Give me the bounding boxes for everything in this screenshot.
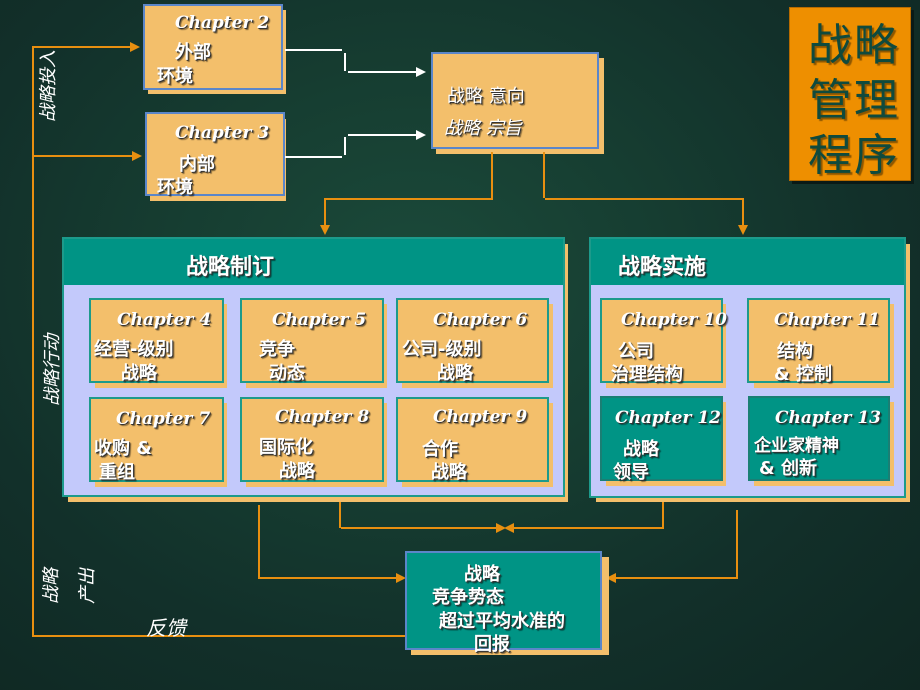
chapter-label: Chapter 3 — [175, 123, 270, 143]
box-line-2: 领导 — [613, 462, 649, 483]
box-line-2: 环境 — [157, 66, 193, 87]
box-line-1: 外部 — [175, 42, 211, 63]
chapter-label: Chapter 9 — [433, 407, 528, 427]
intent-mission-box: 战略 意向 战略 宗旨 — [431, 52, 599, 149]
chapter-5-box: Chapter 5 竞争 动态 — [240, 298, 384, 384]
strategic-outcomes-box: 战略 竞争势态 超过平均水准的 回报 — [405, 551, 602, 655]
chapter-label: Chapter 5 — [272, 310, 367, 330]
chapter-label: Chapter 13 — [775, 408, 881, 428]
formulation-panel-header — [64, 239, 563, 285]
box-line-1: 收购 & — [94, 438, 152, 459]
connector-line — [344, 53, 346, 71]
connector-line — [736, 510, 738, 578]
box-line-2: 战略 — [431, 462, 467, 483]
input-arrow-line-1 — [32, 46, 132, 48]
connector-line — [324, 198, 493, 200]
box-line-2: 战略 — [121, 363, 157, 384]
box-line-1: 公司-级别 — [402, 339, 482, 360]
box-line-2: 重组 — [99, 462, 135, 483]
connector-line — [258, 505, 260, 578]
chapter-label: Chapter 8 — [275, 407, 370, 427]
chapter-9-box: Chapter 9 合作 战略 — [396, 397, 549, 483]
chapter-6-box: Chapter 6 公司-级别 战略 — [396, 298, 549, 384]
label-strategic-inputs: 战略投入 — [38, 50, 59, 122]
diagram-title-box: 战略 管理 程序 — [789, 7, 911, 181]
box-line-2: & 创新 — [759, 458, 817, 479]
box-line-2: 环境 — [157, 177, 193, 198]
connector-line — [491, 152, 493, 198]
chapter-label: Chapter 7 — [116, 409, 211, 429]
chapter-13-box: Chapter 13 企业家精神 & 创新 — [748, 396, 890, 481]
label-feedback: 反馈 — [146, 616, 186, 640]
connector-line — [285, 156, 342, 158]
connector-line — [285, 49, 342, 51]
connector-line — [616, 577, 738, 579]
implementation-title: 战略实施 — [618, 255, 707, 280]
input-box-chapter-3: Chapter 3 内部 环境 — [145, 112, 285, 198]
chapter-label: Chapter 2 — [175, 13, 270, 33]
chapter-11-box: Chapter 11 结构 & 控制 — [747, 298, 890, 385]
arrow-right-icon — [416, 67, 426, 77]
diagram-title: 战略 管理 程序 — [808, 18, 908, 183]
chapter-label: Chapter 6 — [433, 310, 528, 330]
connector-line — [341, 527, 501, 529]
formulation-title: 战略制订 — [186, 255, 275, 280]
arrow-down-icon — [320, 225, 330, 235]
strategic-mission: 战略 宗旨 — [444, 118, 522, 139]
feedback-bottom-line — [32, 635, 406, 637]
arrow-right-icon — [416, 130, 426, 140]
box-line-1: 企业家精神 — [754, 436, 839, 456]
box-line-1: 国际化 — [259, 437, 313, 458]
connector-line — [543, 152, 545, 198]
chapter-7-box: Chapter 7 收购 & 重组 — [89, 397, 224, 483]
title-line-2: 管理 — [808, 75, 900, 126]
connector-line — [324, 200, 326, 226]
chapter-4-box: Chapter 4 经营-级别 战略 — [89, 298, 224, 384]
box-line-2: 治理结构 — [611, 364, 683, 385]
connector-line — [258, 577, 398, 579]
arrow-right-icon — [132, 151, 142, 161]
chapter-label: Chapter 10 — [621, 310, 727, 330]
connector-line — [545, 198, 744, 200]
box-line-2: & 控制 — [774, 364, 832, 385]
input-arrow-line-2 — [34, 155, 134, 157]
arrow-down-icon — [738, 225, 748, 235]
label-strategic-outcomes-1: 战略 — [41, 568, 62, 604]
arrow-right-icon — [130, 42, 140, 52]
box-line-1: 经营-级别 — [94, 339, 174, 360]
strategic-intent: 战略 意向 — [447, 86, 525, 107]
connector-line — [348, 71, 418, 73]
box-line-2: 战略 — [279, 461, 315, 482]
connector-line — [662, 502, 664, 529]
label-strategic-outcomes-2: 产出 — [77, 568, 98, 604]
outcome-line-4: 回报 — [474, 634, 510, 655]
chapter-12-box: Chapter 12 战略 领导 — [600, 396, 723, 483]
feedback-vertical-line — [32, 47, 34, 636]
chapter-10-box: Chapter 10 公司 治理结构 — [600, 298, 727, 385]
chapter-8-box: Chapter 8 国际化 战略 — [240, 397, 384, 482]
arrow-left-icon — [504, 523, 514, 533]
outcome-line-2: 竞争势态 — [432, 587, 504, 608]
chapter-label: Chapter 12 — [615, 408, 721, 428]
connector-line — [348, 134, 418, 136]
box-line-1: 竞争 — [259, 339, 295, 360]
connector-line — [514, 527, 664, 529]
connector-line — [344, 137, 346, 155]
title-line-1: 战略 — [808, 20, 900, 71]
chapter-label: Chapter 11 — [774, 310, 880, 330]
chapter-label: Chapter 4 — [117, 310, 212, 330]
box-line-2: 战略 — [437, 363, 473, 384]
connector-line — [339, 502, 341, 528]
input-box-chapter-2: Chapter 2 外部 环境 — [143, 4, 283, 90]
connector-line — [742, 200, 744, 226]
title-line-3: 程序 — [808, 130, 900, 181]
box-line-2: 动态 — [269, 363, 305, 384]
